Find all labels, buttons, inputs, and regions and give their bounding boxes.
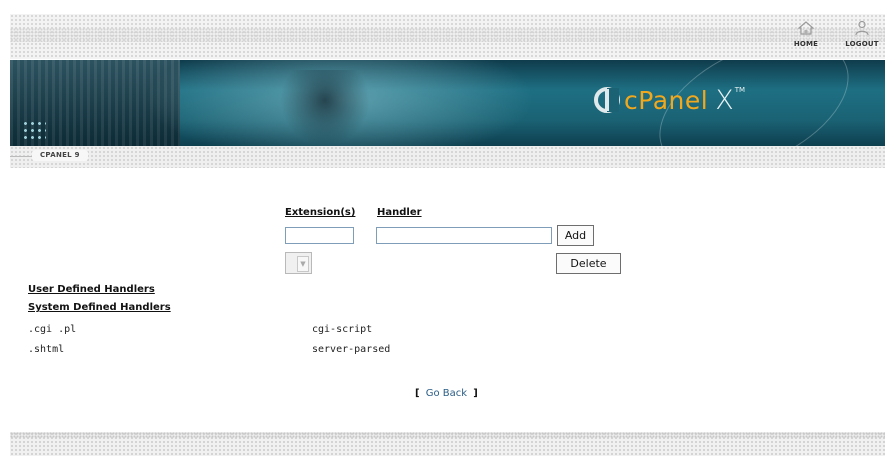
toolbar-stripe	[10, 28, 885, 42]
system-handler-extensions: .cgi .pl	[28, 324, 77, 335]
handler-header: Handler	[377, 207, 422, 218]
breadcrumb: CPANEL 9	[10, 146, 885, 168]
add-button[interactable]: Add	[557, 225, 594, 246]
home-icon	[797, 21, 815, 35]
go-back-nav: [ Go Back ]	[415, 388, 478, 399]
open-bracket: [	[415, 388, 420, 399]
banner-dots	[22, 120, 46, 140]
handler-input[interactable]	[376, 227, 552, 244]
footer-stripe	[10, 432, 885, 438]
top-toolbar: HOME LOGOUT	[10, 14, 885, 59]
banner-figure-graphic	[280, 70, 370, 146]
system-handler-name: server-parsed	[312, 344, 391, 355]
chevron-down-icon[interactable]: ▼	[297, 256, 309, 272]
cpanel-logo-mark-icon	[594, 87, 620, 113]
extension-header: Extension(s)	[285, 207, 356, 218]
system-handler-name: cgi-script	[312, 324, 373, 335]
user-defined-handlers-title: User Defined Handlers	[28, 284, 155, 295]
user-icon	[855, 20, 869, 36]
close-bracket: ]	[473, 388, 478, 399]
delete-button[interactable]: Delete	[556, 253, 621, 274]
footer-bar	[10, 432, 885, 456]
logout-button[interactable]: LOGOUT	[842, 18, 882, 56]
system-defined-handlers-title: System Defined Handlers	[28, 302, 171, 313]
home-label: HOME	[793, 40, 819, 48]
cpanel-banner: cPanel X TM	[10, 60, 885, 146]
extension-input[interactable]	[285, 227, 354, 244]
handler-select[interactable]: ▼	[285, 252, 312, 274]
system-handler-extensions: .shtml	[28, 344, 65, 355]
breadcrumb-cpanel-link[interactable]: CPANEL 9	[32, 150, 88, 161]
logout-label: LOGOUT	[845, 40, 879, 48]
logo-word: cPanel	[624, 85, 709, 115]
cpanel-page: HOME LOGOUT cPanel X TM CPANEL 9 Extensi…	[0, 0, 885, 456]
logo-tm: TM	[734, 86, 746, 94]
logo-x: X	[715, 84, 734, 116]
breadcrumb-line	[10, 156, 32, 157]
go-back-link[interactable]: Go Back	[426, 388, 467, 399]
home-button[interactable]: HOME	[786, 18, 826, 56]
cpanel-logo: cPanel X TM	[592, 80, 745, 120]
